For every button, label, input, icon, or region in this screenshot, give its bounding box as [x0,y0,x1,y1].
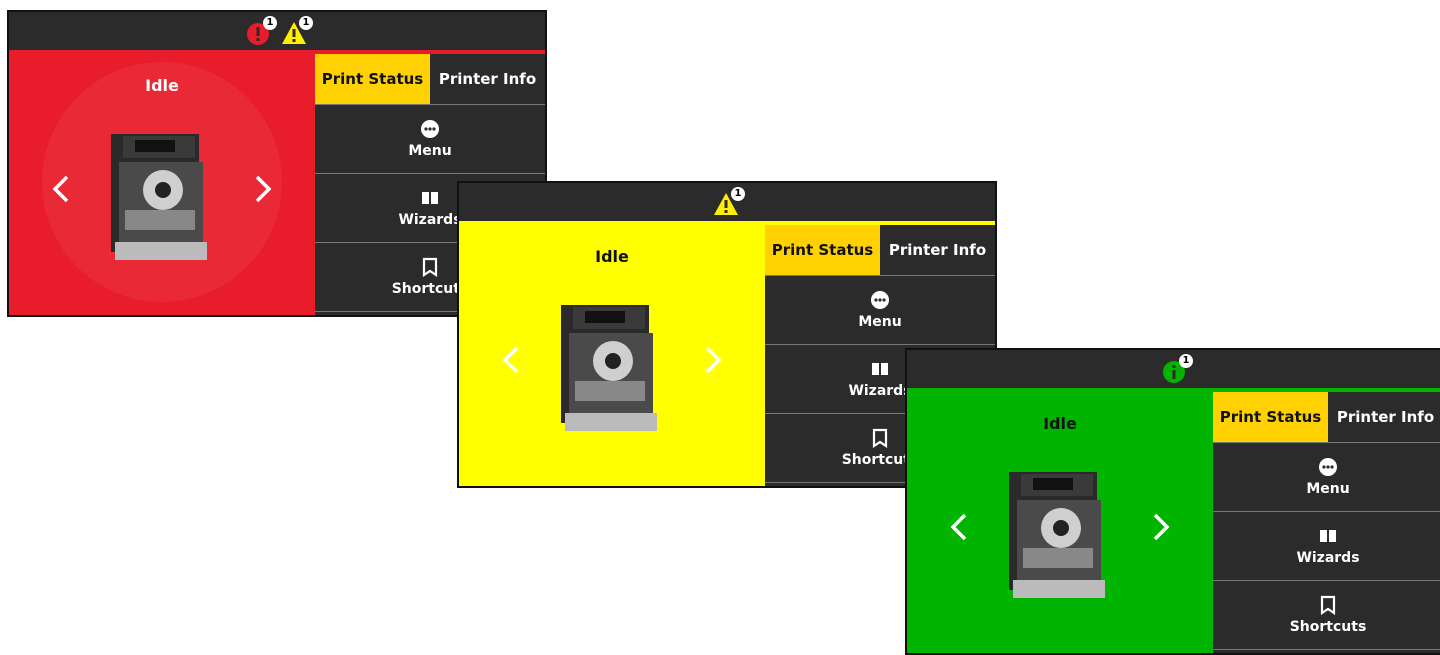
menu-label: Menu [1306,481,1350,497]
tab-printer-info[interactable]: Printer Info [1328,392,1440,442]
top-status-bar: 1 1 [9,12,545,54]
menu-button[interactable]: Menu [765,276,995,345]
error-alert-icon[interactable]: 1 [244,16,277,48]
printer-status-text: Idle [1043,414,1077,433]
previous-arrow-icon[interactable] [945,507,975,547]
menu-dots-icon [421,120,439,138]
alert-icons: 1 1 [9,16,545,52]
printer-image [1003,470,1115,600]
tab-bar: Print Status Printer Info [765,225,995,276]
tab-print-status[interactable]: Print Status [315,54,430,104]
shortcuts-button[interactable]: Shortcuts [1213,581,1440,650]
next-arrow-icon[interactable] [697,340,727,380]
alert-icons: 1 [907,354,1440,390]
printer-screen-info: 1 Idle Print Status Printer Info Menu Wi… [905,348,1440,655]
previous-arrow-icon[interactable] [47,169,77,209]
tab-printer-info[interactable]: Printer Info [430,54,545,104]
printer-status-text: Idle [595,247,629,266]
printer-status-text: Idle [145,76,179,95]
wizards-label: Wizards [398,212,462,228]
previous-arrow-icon[interactable] [497,340,527,380]
book-icon [422,192,438,204]
menu-button[interactable]: Menu [315,105,545,174]
shortcuts-label: Shortcuts [1289,619,1367,635]
error-count-badge: 1 [263,16,277,30]
warning-alert-icon[interactable]: 1 [712,187,745,219]
book-icon [872,363,888,375]
tab-printer-info[interactable]: Printer Info [880,225,995,275]
status-panel: Idle [907,392,1213,653]
warning-count-badge: 1 [731,187,745,201]
top-status-bar: 1 [459,183,995,225]
alert-icons: 1 [459,187,995,223]
bookmark-icon [422,257,438,277]
wizards-label: Wizards [848,383,912,399]
status-panel: Idle [9,54,315,315]
tab-print-status[interactable]: Print Status [1213,392,1328,442]
warning-count-badge: 1 [299,16,313,30]
status-panel: Idle [459,225,765,486]
wizards-label: Wizards [1296,550,1360,566]
tab-print-status[interactable]: Print Status [765,225,880,275]
tab-bar: Print Status Printer Info [315,54,545,105]
side-menu: Print Status Printer Info Menu Wizards S… [1213,392,1440,653]
book-icon [1320,530,1336,542]
printer-image [555,303,667,433]
tab-bar: Print Status Printer Info [1213,392,1440,443]
menu-dots-icon [1319,458,1337,476]
menu-button[interactable]: Menu [1213,443,1440,512]
menu-label: Menu [858,314,902,330]
wizards-button[interactable]: Wizards [1213,512,1440,581]
info-count-badge: 1 [1179,354,1193,368]
warning-alert-icon[interactable]: 1 [280,16,313,48]
next-arrow-icon[interactable] [247,169,277,209]
top-status-bar: 1 [907,350,1440,392]
info-alert-icon[interactable]: 1 [1160,354,1193,386]
bookmark-icon [872,428,888,448]
menu-dots-icon [871,291,889,309]
menu-label: Menu [408,143,452,159]
bookmark-icon [1320,595,1336,615]
printer-image [105,132,217,262]
next-arrow-icon[interactable] [1145,507,1175,547]
